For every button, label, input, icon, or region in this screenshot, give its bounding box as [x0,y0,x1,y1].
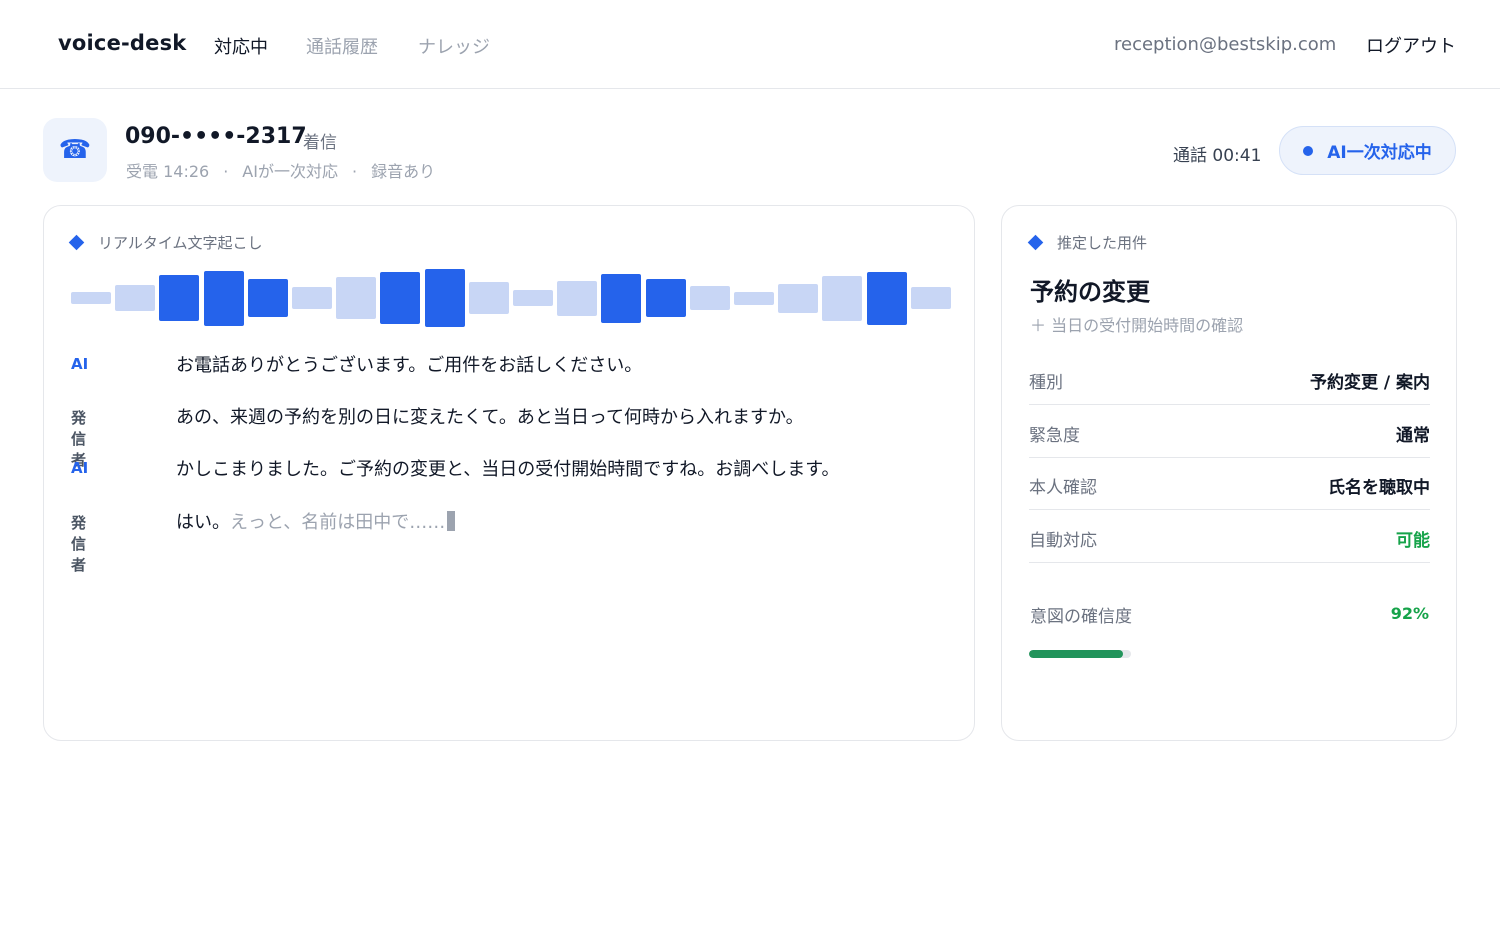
recording-info: 録音あり [371,162,436,181]
intent-title: 予約の変更 [1030,278,1150,306]
waveform-bar [71,292,111,304]
waveform-bar [911,287,951,309]
detail-value: 予約変更 / 案内 [1309,373,1430,393]
waveform-bar [204,271,244,326]
nav-tab-active[interactable]: 対応中 [214,33,268,59]
waveform-bar [336,277,376,319]
waveform-bar [601,274,641,323]
received-time: 受電 14:26 [126,162,210,181]
transcript-label: リアルタイム文字起こし [68,232,263,253]
handler-info: AIが一次対応 [242,162,338,181]
waveform-bar [867,272,907,325]
transcript-label-text: リアルタイム文字起こし [98,234,263,252]
caller-avatar: ☎ [43,118,107,182]
detail-value: 通常 [1396,425,1430,446]
waveform-bar [778,284,818,313]
call-duration: 通話 00:41 [1173,146,1262,166]
call-direction: 着信 [303,133,337,153]
intent-label-text: 推定した用件 [1057,234,1148,252]
meta-separator: · [351,162,358,181]
detail-value: 氏名を聴取中 [1328,478,1430,498]
detail-key: 緊急度 [1029,425,1080,446]
waveform-bar [690,286,730,310]
speaker-label: AI [71,355,89,373]
detail-key: 自動対応 [1029,530,1097,551]
user-email: reception@bestskip.com [1114,34,1337,55]
utterance-final: かしこまりました。ご予約の変更と、当日の受付開始時間ですね。お調べします。 [176,459,840,480]
status-text: AI一次対応中 [1327,143,1432,163]
waveform-bar [248,279,288,317]
utterance-interim: えっと、名前は田中で…… [230,512,446,533]
intent-detail-row: 緊急度 通常 [1029,405,1430,458]
intent-detail-row: 種別 予約変更 / 案内 [1029,352,1430,405]
waveform-bar [734,292,774,305]
detail-key: 種別 [1029,373,1063,393]
status-dot-icon [1303,145,1314,156]
nav-tab-knowledge[interactable]: ナレッジ [418,33,490,59]
detail-key: 本人確認 [1029,478,1097,498]
utterance-final: はい。 [176,512,230,533]
speaker-label: AI [71,459,89,477]
app-logo[interactable]: voice-desk [58,31,186,55]
logout-button[interactable]: ログアウト [1366,32,1456,58]
diamond-icon [68,234,85,251]
confidence-value: 92% [1390,604,1429,623]
waveform-bar [380,272,420,324]
detail-value: 可能 [1396,530,1430,551]
intent-detail-row: 自動対応 可能 [1029,510,1430,563]
audio-waveform [71,268,951,328]
waveform-bar [292,287,332,309]
utterance-text: あの、来週の予約を別の日に変えたくて。あと当日って何時から入れますか。 [176,403,804,429]
intent-subtitle: ＋ 当日の受付開始時間の確認 [1030,316,1244,335]
transcript-panel: リアルタイム文字起こし AI お電話ありがとうございます。ご用件をお話しください。… [43,205,975,741]
phone-icon: ☎ [58,135,92,165]
waveform-bar [469,282,509,314]
intent-label: 推定した用件 [1027,232,1148,253]
waveform-bar [822,276,862,321]
confidence-bar [1029,650,1131,658]
utterance-text: はい。えっと、名前は田中で…… [176,508,456,534]
top-bar: voice-desk 対応中 通話履歴 ナレッジ reception@bests… [0,0,1500,89]
caller-number: 090-••••-2317 [125,124,307,149]
waveform-bar [115,285,155,311]
waveform-bar [646,279,686,317]
waveform-bar [557,281,597,316]
utterance-text: かしこまりました。ご予約の変更と、当日の受付開始時間ですね。お調べします。 [176,455,839,481]
waveform-bar [159,275,199,321]
call-meta: 受電 14:26 · AIが一次対応 · 録音あり [126,158,435,182]
nav-tab-history[interactable]: 通話履歴 [306,33,378,59]
intent-detail-row: 本人確認 氏名を聴取中 [1029,457,1430,510]
waveform-bar [513,290,553,306]
meta-separator: · [223,162,229,181]
status-badge[interactable]: AI一次対応中 [1279,126,1456,175]
utterance-text: お電話ありがとうございます。ご用件をお話しください。 [176,351,642,377]
confidence-label: 意図の確信度 [1030,607,1132,627]
waveform-bar [425,269,465,327]
utterance-final: あの、来週の予約を別の日に変えたくて。あと当日って何時から入れますか。 [176,407,804,428]
confidence-bar-fill [1029,650,1123,658]
typing-cursor [447,511,456,531]
diamond-icon [1027,234,1044,251]
utterance-final: お電話ありがとうございます。ご用件をお話しください。 [176,355,643,376]
speaker-label: 発信者 [71,514,87,574]
intent-panel: 推定した用件 予約の変更 ＋ 当日の受付開始時間の確認 種別 予約変更 / 案内緊… [1001,205,1457,741]
